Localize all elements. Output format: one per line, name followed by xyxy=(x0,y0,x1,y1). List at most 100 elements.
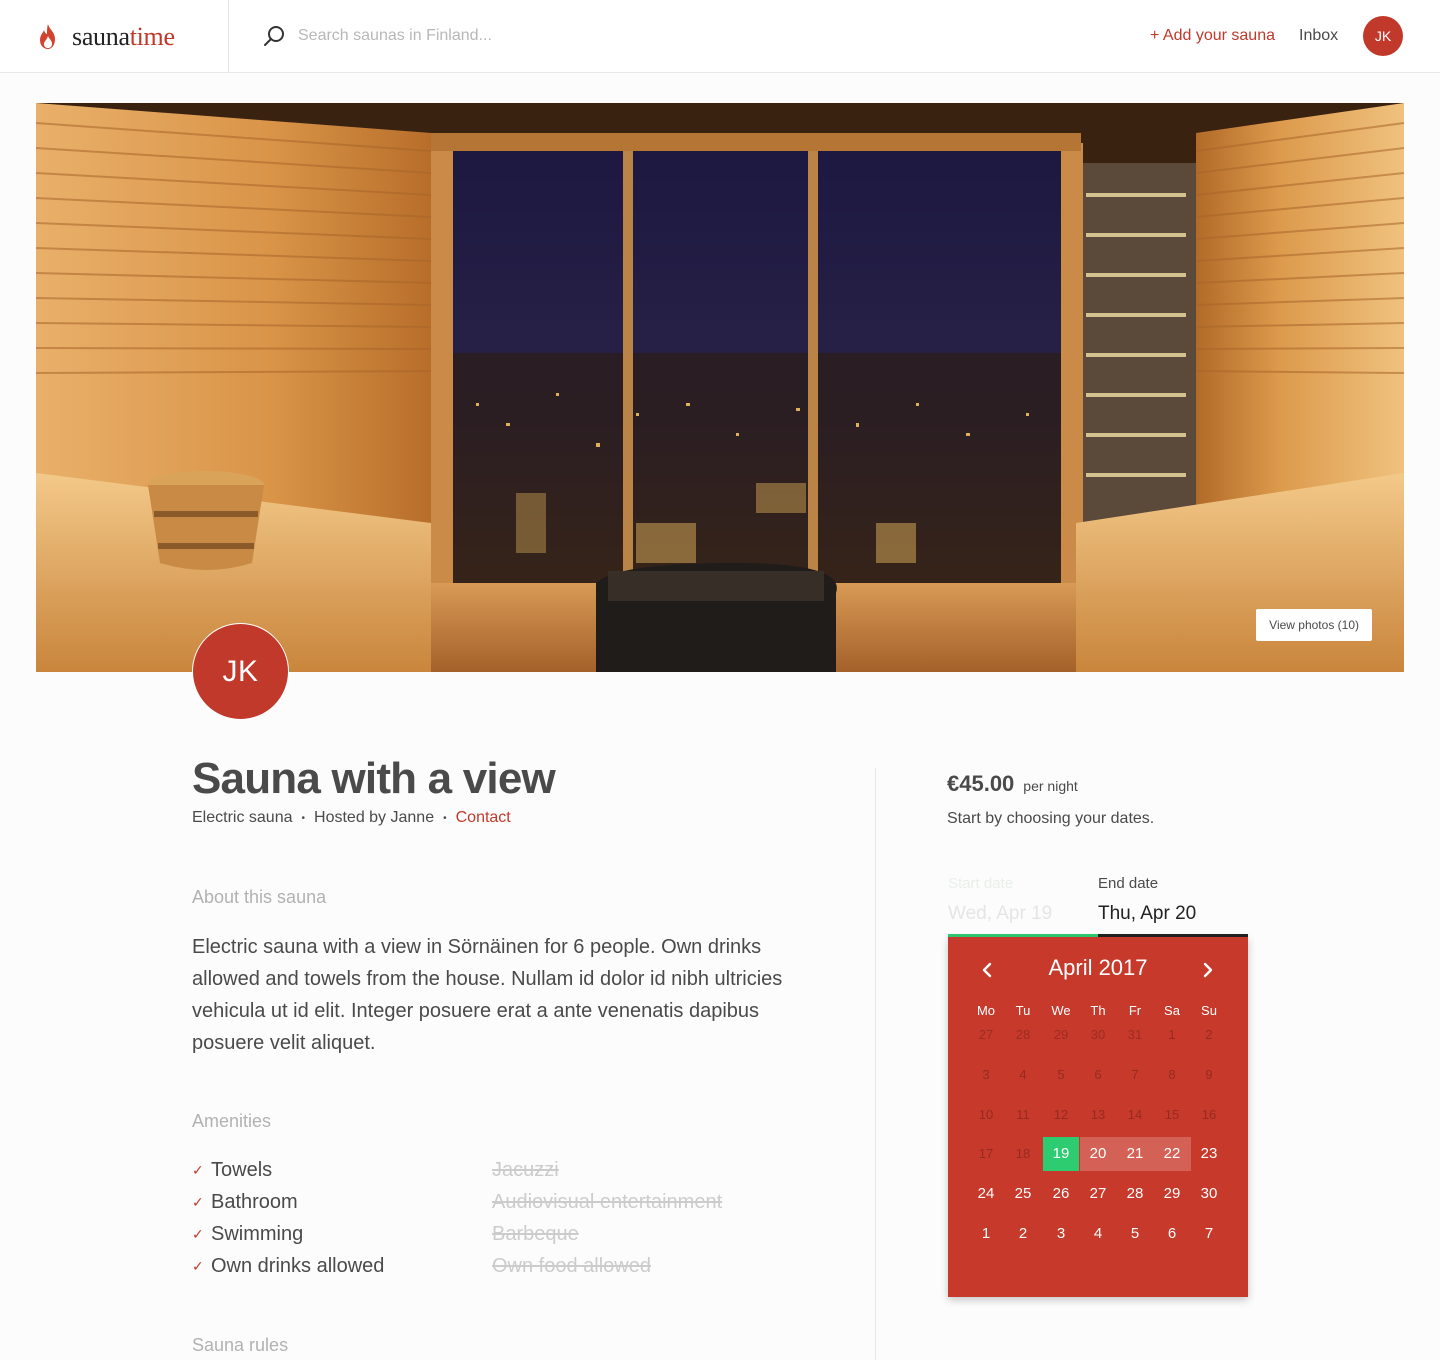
amenity-excluded: Jacuzzi xyxy=(492,1159,559,1181)
calendar-day: 27 xyxy=(978,1027,994,1042)
weekday-label: Sa xyxy=(1164,1003,1180,1018)
calendar-day: 17 xyxy=(978,1146,994,1161)
calendar-day[interactable]: 27 xyxy=(1080,1177,1116,1211)
amenity-included: ✓ Towels xyxy=(192,1154,272,1186)
weekday-label: Tu xyxy=(1015,1003,1031,1018)
calendar-day[interactable]: 3 xyxy=(1043,1217,1079,1251)
user-avatar[interactable]: JK xyxy=(1363,16,1403,56)
search-icon xyxy=(264,26,284,46)
hosted-by: Hosted by Janne xyxy=(314,809,435,826)
sauna-type: Electric sauna xyxy=(192,809,293,826)
hero-image[interactable]: View photos (10) xyxy=(36,103,1404,672)
chevron-right-icon xyxy=(1203,962,1213,978)
calendar-day: 18 xyxy=(1015,1146,1031,1161)
amenity-excluded: Audiovisual entertainment xyxy=(492,1191,723,1213)
calendar-day[interactable]: 22 xyxy=(1153,1137,1191,1171)
host-avatar[interactable]: JK xyxy=(192,623,289,720)
calendar-day: 5 xyxy=(1057,1067,1065,1082)
top-bar: saunatime Search saunas in Finland... + … xyxy=(0,0,1440,73)
about-heading: About this sauna xyxy=(192,887,327,907)
amenity-label: Own drinks allowed xyxy=(211,1255,385,1277)
calendar-day: 29 xyxy=(1053,1027,1069,1042)
calendar-day: 12 xyxy=(1053,1107,1069,1122)
rules-heading: Sauna rules xyxy=(192,1335,289,1355)
date-picker-calendar: April 2017 Mo Tu We Th Fr Sa Su 27 28 29 30 31 1 2 3 4… xyxy=(948,937,1248,1297)
calendar-day: 9 xyxy=(1205,1067,1213,1082)
calendar-day[interactable]: 26 xyxy=(1043,1177,1079,1211)
inbox-link[interactable]: Inbox xyxy=(1299,27,1338,45)
search-bar[interactable]: Search saunas in Finland... xyxy=(262,24,492,48)
calendar-day: 2 xyxy=(1205,1027,1213,1042)
amenity-included: ✓ Bathroom xyxy=(192,1186,298,1218)
weekday-label: Mo xyxy=(976,1003,996,1018)
booking-hint: Start by choosing your dates. xyxy=(947,810,1155,827)
calendar-day[interactable]: 23 xyxy=(1191,1137,1227,1171)
column-divider xyxy=(875,768,876,1360)
next-month-button[interactable] xyxy=(1196,958,1220,982)
calendar-day[interactable]: 21 xyxy=(1116,1137,1154,1171)
check-icon: ✓ xyxy=(192,1258,204,1274)
calendar-day: 4 xyxy=(1019,1067,1027,1082)
amenity-label: Bathroom xyxy=(211,1191,298,1213)
about-text: Electric sauna with a view in Sörnäinen … xyxy=(192,936,783,1054)
calendar-day: 28 xyxy=(1015,1027,1031,1042)
calendar-day: 7 xyxy=(1131,1067,1139,1082)
calendar-day[interactable]: 5 xyxy=(1117,1217,1153,1251)
search-input[interactable]: Search saunas in Finland... xyxy=(298,27,492,45)
listing-title: Sauna with a view xyxy=(192,754,556,803)
separator-dot: • xyxy=(443,812,447,824)
brand-name: saunatime xyxy=(72,22,175,52)
calendar-day[interactable]: 2 xyxy=(1005,1217,1041,1251)
amenity-excluded: Own food allowed xyxy=(492,1255,651,1277)
calendar-day[interactable]: 30 xyxy=(1191,1177,1227,1211)
calendar-day: 10 xyxy=(978,1107,994,1122)
amenity-label: Towels xyxy=(211,1159,273,1181)
calendar-day: 3 xyxy=(982,1067,990,1082)
calendar-day: 11 xyxy=(1016,1107,1030,1122)
calendar-day[interactable]: 28 xyxy=(1117,1177,1153,1211)
end-date-input[interactable]: Thu, Apr 20 xyxy=(1098,903,1196,925)
amenity-excluded: Barbeque xyxy=(492,1223,579,1245)
amenities-heading: Amenities xyxy=(192,1111,272,1131)
calendar-day[interactable]: 20 xyxy=(1079,1137,1117,1171)
brand-logo[interactable]: saunatime xyxy=(0,0,229,73)
sauna-photo xyxy=(36,103,1404,672)
start-date-label: Start date xyxy=(948,875,1014,892)
calendar-day: 15 xyxy=(1164,1107,1180,1122)
price-unit: per night xyxy=(1023,778,1078,794)
end-date-label: End date xyxy=(1098,875,1159,892)
weekday-label: Th xyxy=(1090,1003,1106,1018)
weekday-label: Su xyxy=(1201,1003,1217,1018)
calendar-day[interactable]: 19 xyxy=(1043,1137,1079,1171)
brand-name-part1: sauna xyxy=(72,21,130,51)
calendar-day: 16 xyxy=(1201,1107,1217,1122)
calendar-day[interactable]: 6 xyxy=(1154,1217,1190,1251)
amenity-included: ✓ Swimming xyxy=(192,1218,303,1250)
add-sauna-link[interactable]: + Add your sauna xyxy=(1150,27,1275,45)
start-date-input[interactable]: Wed, Apr 19 xyxy=(948,903,1052,925)
calendar-day[interactable]: 24 xyxy=(968,1177,1004,1211)
price: €45.00 per night xyxy=(947,771,1078,797)
separator-dot: • xyxy=(301,812,306,824)
check-icon: ✓ xyxy=(192,1162,204,1178)
calendar-day: 6 xyxy=(1094,1067,1102,1082)
calendar-day[interactable]: 7 xyxy=(1191,1217,1227,1251)
calendar-day[interactable]: 4 xyxy=(1080,1217,1116,1251)
weekday-label: Fr xyxy=(1128,1003,1142,1018)
calendar-day: 8 xyxy=(1168,1067,1176,1082)
listing-subline: Electric sauna • Hosted by Janne • Conta… xyxy=(192,809,511,827)
calendar-day: 14 xyxy=(1127,1107,1143,1122)
amenity-label: Swimming xyxy=(211,1223,304,1245)
calendar-day: 13 xyxy=(1090,1107,1106,1122)
weekday-label: We xyxy=(1051,1003,1071,1018)
view-photos-button[interactable]: View photos (10) xyxy=(1256,609,1372,641)
calendar-day[interactable]: 1 xyxy=(968,1217,1004,1251)
calendar-day: 30 xyxy=(1090,1027,1106,1042)
contact-link[interactable]: Contact xyxy=(456,809,511,827)
brand-name-part2: time xyxy=(129,21,175,51)
calendar-day[interactable]: 25 xyxy=(1005,1177,1041,1211)
check-icon: ✓ xyxy=(192,1194,204,1210)
calendar-day[interactable]: 29 xyxy=(1154,1177,1190,1211)
flame-icon xyxy=(40,23,55,49)
price-value: €45.00 xyxy=(947,771,1015,796)
